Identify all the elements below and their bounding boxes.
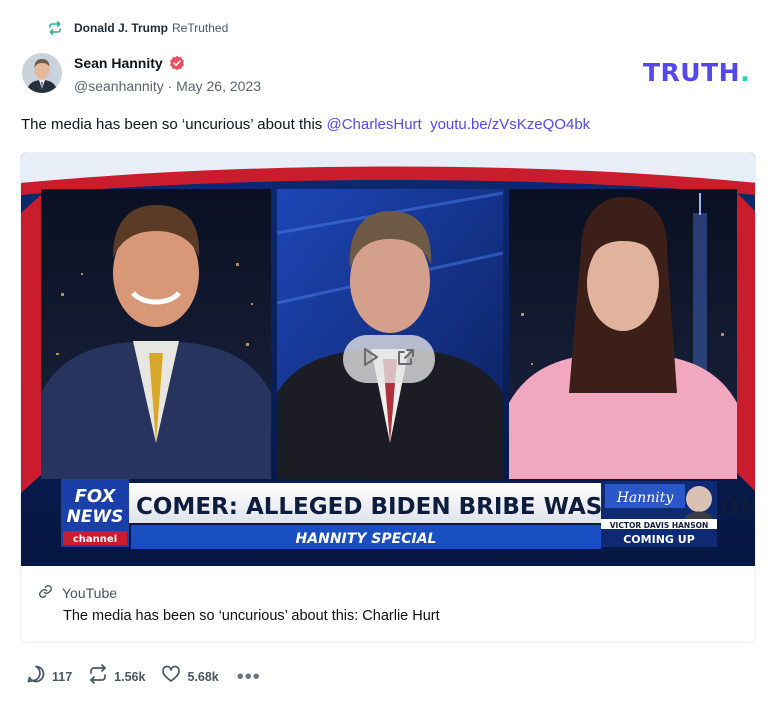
meta-separator: ·: [167, 78, 173, 94]
post-date[interactable]: May 26, 2023: [176, 78, 261, 94]
author-handle[interactable]: @seanhannity: [74, 78, 164, 94]
thumb-subheadline: HANNITY SPECIAL: [296, 531, 437, 547]
post-text: The media has been so ‘uncurious’ about …: [21, 116, 323, 133]
external-link-icon[interactable]: [396, 347, 416, 372]
reply-button[interactable]: 117: [26, 664, 72, 689]
thumb-promo-status: COMING UP: [623, 533, 695, 546]
like-button[interactable]: 5.68k: [161, 664, 219, 689]
more-dots-icon: •••: [236, 665, 261, 688]
card-title[interactable]: The media has been so ‘uncurious’ about …: [63, 608, 440, 624]
url-link[interactable]: youtu.be/zVsKzeQO4bk: [430, 116, 590, 133]
mention-link[interactable]: @CharlesHurt: [326, 116, 421, 133]
post-body: The media has been so ‘uncurious’ about …: [21, 116, 590, 133]
reply-icon: [26, 664, 46, 689]
link-icon: [38, 584, 62, 602]
retruth-button[interactable]: 1.56k: [88, 664, 145, 689]
more-options-button[interactable]: •••: [235, 667, 261, 687]
verified-badge-icon: [169, 55, 185, 71]
thumb-network-1: FOX: [75, 486, 117, 507]
thumb-network-3: channel: [73, 534, 117, 545]
post-action-bar: 117 1.56k 5.68k •••: [26, 664, 277, 689]
truth-social-logo[interactable]: TRUTH.: [643, 58, 750, 87]
retruth-icon: [48, 21, 62, 35]
logo-dot: .: [740, 58, 751, 87]
author-display-name[interactable]: Sean Hannity: [74, 55, 163, 71]
card-source: YouTube: [38, 584, 117, 602]
avatar[interactable]: [22, 53, 62, 93]
video-controls: [343, 335, 435, 383]
retruth-user-name[interactable]: Donald J. Trump: [74, 21, 168, 35]
like-count: 5.68k: [187, 669, 219, 684]
thumb-promo-guest: VICTOR DAVIS HANSON: [610, 521, 709, 530]
video-thumbnail[interactable]: COMER: ALLEGED BIDEN BRIBE WAS $5 MILLIO…: [21, 153, 755, 566]
heart-icon: [161, 664, 181, 689]
card-source-name: YouTube: [62, 585, 118, 601]
reply-count: 117: [52, 669, 73, 684]
retruth-indicator: Donald J. Trump ReTruthed: [48, 19, 228, 37]
logo-text: TRUTH: [643, 58, 741, 87]
retruth-action-icon: [88, 664, 108, 689]
thumb-network-2: NEWS: [67, 507, 124, 527]
author-name[interactable]: Sean Hannity: [74, 55, 185, 71]
link-preview-card[interactable]: COMER: ALLEGED BIDEN BRIBE WAS $5 MILLIO…: [20, 152, 756, 643]
thumb-promo-show: Hannity: [616, 490, 675, 506]
play-icon[interactable]: [362, 347, 380, 372]
author-meta: @seanhannity · May 26, 2023: [74, 78, 261, 94]
retruth-count: 1.56k: [114, 669, 146, 684]
retruth-label: ReTruthed: [172, 21, 229, 35]
